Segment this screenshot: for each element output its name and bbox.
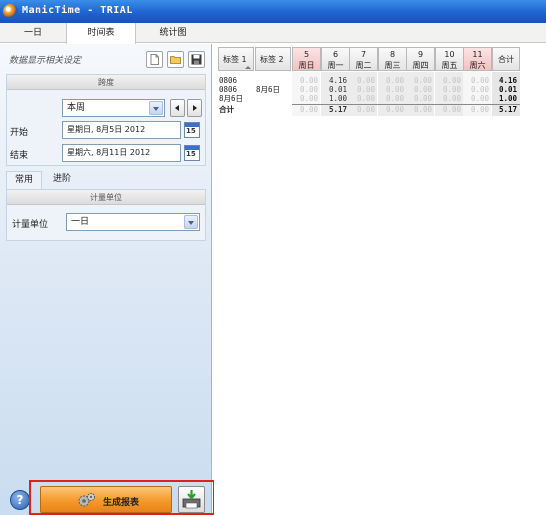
column-header-day[interactable]: 5 周日 [292,47,321,71]
main-tab-bar: 一日 时间表 统计图 [0,23,546,44]
total-value-cell: 0.00 [385,105,404,114]
total-separator [292,104,520,105]
column-header-tag1[interactable]: 标签 1 [218,47,254,71]
settings-tabs: 常用 进阶 [6,171,206,189]
tab-advanced[interactable]: 进阶 [44,171,80,189]
generate-report-label: 生成报表 [103,498,140,508]
settings-panel: 数据显示相关设定 跨度 本周 开始 星期日, 8月5日 2012 15 结束 星… [0,44,212,515]
column-header-day[interactable]: 9 周四 [406,47,435,71]
export-printer-icon [182,490,201,509]
value-cell: 0.00 [470,94,489,103]
row-total-cell: 1.00 [498,94,517,103]
chevron-down-icon [184,215,198,229]
tab-common[interactable]: 常用 [6,171,42,189]
settings-caption: 数据显示相关设定 [9,56,82,66]
export-button[interactable] [178,486,205,513]
tab-timeline[interactable]: 时间表 [66,23,136,44]
value-cell: 0.00 [356,94,375,103]
unit-group-title: 计量单位 [7,190,205,205]
tab-day[interactable]: 一日 [0,23,66,43]
generate-report-button[interactable]: 生成报表 [40,486,172,513]
chevron-down-icon [149,101,163,115]
timesheet-grid: 标签 1 标签 2 合计 5 周日 6 周一 7 周二 8 周三 9 周四 10 周五 11 周六 0806… [214,44,546,515]
new-document-icon [150,54,159,65]
period-select[interactable]: 本周 [62,99,165,117]
folder-icon [170,56,181,64]
window-title: ManicTime - TRIAL [22,5,133,16]
start-date-field[interactable]: 星期日, 8月5日 2012 [62,121,181,139]
save-disk-icon [191,54,202,65]
value-cell: 0.00 [442,94,461,103]
total-value-cell: 0.00 [413,105,432,114]
range-group-title: 跨度 [7,75,205,90]
value-cell: 1.00 [328,94,347,103]
total-value-cell: 0.00 [356,105,375,114]
unit-select[interactable]: 一日 [66,213,200,231]
action-bar: ? 生成报表 [0,482,212,515]
tab-charts[interactable]: 统计图 [136,23,210,43]
column-header-day[interactable]: 6 周一 [321,47,350,71]
total-row-label: 合计 [219,105,234,114]
range-group: 跨度 本周 开始 星期日, 8月5日 2012 15 结束 星期六, 8月11日… [6,74,206,166]
tag1-cell: 8月6日 [219,94,244,103]
total-value-cell: 0.00 [442,105,461,114]
tag2-cell [256,94,292,104]
value-cell: 0.00 [413,94,432,103]
column-header-day[interactable]: 11 周六 [463,47,492,71]
start-label: 开始 [10,128,29,138]
column-header-day[interactable]: 8 周三 [378,47,407,71]
gears-icon [78,493,95,507]
sort-ascending-icon [245,66,251,69]
settings-header: 数据显示相关设定 [0,44,212,72]
start-calendar-icon[interactable]: 15 [184,122,200,138]
unit-label: 计量单位 [12,220,49,230]
unit-group: 计量单位 计量单位 一日 [6,189,206,241]
end-label: 结束 [10,151,29,161]
column-header-tag2[interactable]: 标签 2 [255,47,291,71]
next-period-button[interactable] [187,99,202,117]
total-value-cell: 5.17 [328,105,347,114]
column-header-total[interactable]: 合计 [492,47,520,71]
value-cell: 0.00 [385,94,404,103]
end-date-field[interactable]: 星期六, 8月11日 2012 [62,144,181,162]
column-header-day[interactable]: 10 周五 [435,47,464,71]
unit-value: 一日 [71,217,90,227]
open-button[interactable] [167,51,184,68]
save-button[interactable] [188,51,205,68]
grand-total-cell: 5.17 [498,105,517,114]
period-value: 本周 [67,103,86,113]
title-bar: ManicTime - TRIAL [0,0,546,23]
help-button[interactable]: ? [10,490,30,510]
value-cell: 0.00 [299,94,318,103]
new-button[interactable] [146,51,163,68]
app-icon [3,4,18,19]
previous-period-button[interactable] [170,99,185,117]
total-value-cell: 0.00 [299,105,318,114]
column-header-day[interactable]: 7 周二 [349,47,378,71]
end-calendar-icon[interactable]: 15 [184,145,200,161]
total-value-cell: 0.00 [470,105,489,114]
